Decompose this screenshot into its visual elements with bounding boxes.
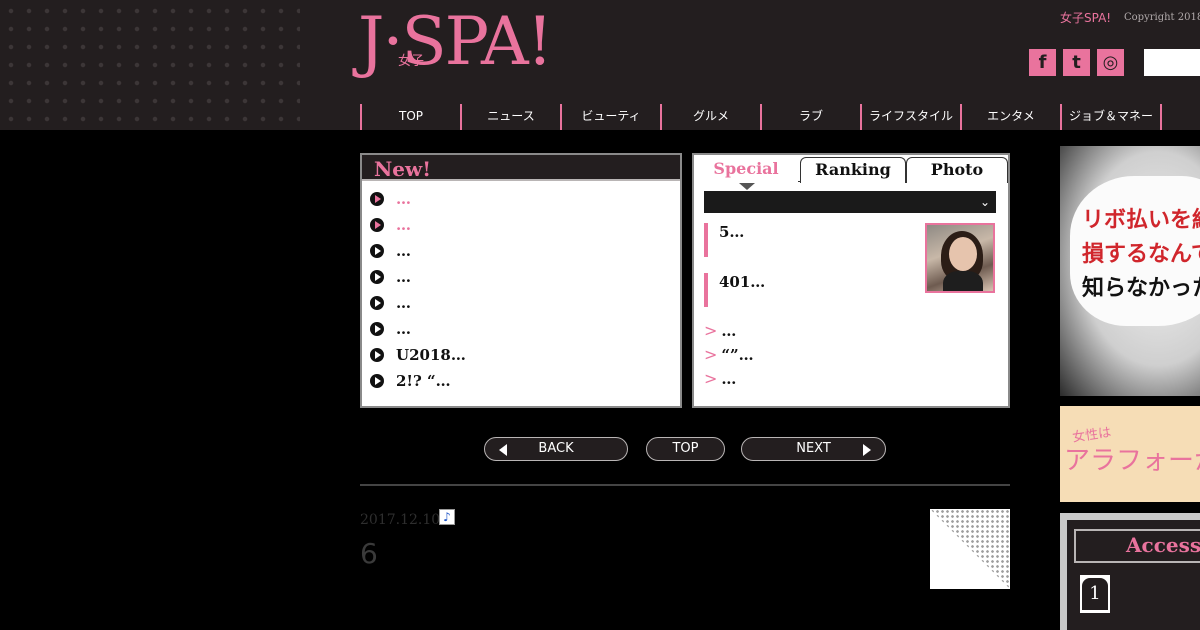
header-dot-pattern (0, 0, 300, 130)
page: J·SPA! 女子 女子SPA! Copyright 2018 f t ◎ TO… (0, 0, 1200, 630)
logo-main-text: J·SPA! (358, 3, 553, 80)
divider (360, 484, 1010, 486)
special-link[interactable]: > “”… (704, 343, 754, 367)
search-input[interactable] (1144, 49, 1200, 76)
list-item-text: … (396, 190, 411, 208)
list-item[interactable]: 2!? “… (370, 368, 680, 394)
site-header: J·SPA! 女子 女子SPA! Copyright 2018 f t ◎ TO… (0, 0, 1200, 130)
list-item[interactable]: … (370, 212, 680, 238)
nav-item-news[interactable]: ニュース (460, 104, 560, 130)
play-bullet-icon (370, 296, 384, 310)
play-bullet-icon (370, 192, 384, 206)
nav-item-gourmet[interactable]: グルメ (660, 104, 760, 130)
category-select[interactable]: ⌄ (704, 191, 996, 213)
list-item-text: … (396, 216, 411, 234)
rank-badge[interactable]: 1 (1080, 575, 1110, 613)
nav-item-top[interactable]: TOP (360, 104, 460, 130)
special-link-text: … (721, 370, 737, 388)
entry-title[interactable]: 6 (360, 537, 378, 570)
thumbnail-face (949, 237, 977, 271)
copyright-brand: 女子SPA! (1060, 11, 1112, 25)
nav-item-entertainment[interactable]: エンタメ (960, 104, 1060, 130)
entry-date: 2017.12.10 (360, 512, 441, 528)
nav-item-men[interactable]: ♂ (1160, 104, 1200, 130)
list-item[interactable]: … (370, 290, 680, 316)
special-thumbnail[interactable] (925, 223, 995, 293)
chevron-right-icon: > (704, 345, 718, 364)
new-panel-title: New! (362, 155, 680, 181)
copyright-text: Copyright 2018 (1124, 12, 1200, 23)
tab-photo[interactable]: Photo (906, 157, 1008, 183)
ad-text-line: リボ払いを絶 (1082, 207, 1200, 233)
ad-banner-around-forty[interactable]: 女性は アラフォーから (1060, 406, 1200, 502)
list-item[interactable]: … (370, 316, 680, 342)
nav-item-job-money[interactable]: ジョブ＆マネー (1060, 104, 1160, 130)
facebook-icon[interactable]: f (1029, 49, 1056, 76)
list-item-text: … (396, 268, 411, 286)
tab-special[interactable]: Special (694, 157, 798, 183)
special-ranking-photo-panel: Special Ranking Photo ⌄ 5… 401… >… > “”… … (692, 153, 1010, 408)
access-ranking-title: Access (1126, 533, 1200, 557)
tab-ranking[interactable]: Ranking (800, 157, 906, 183)
play-bullet-icon (370, 218, 384, 232)
back-button-label: BACK (538, 441, 574, 456)
special-link[interactable]: >… (704, 319, 736, 343)
arrow-right-icon (863, 444, 871, 456)
play-bullet-icon (370, 244, 384, 258)
special-item[interactable]: 401… (704, 273, 924, 307)
chevron-down-icon: ⌄ (979, 195, 990, 209)
ad-banner-revolving-payment[interactable]: リボ払いを絶 損するなんて 知らなかった (1060, 146, 1200, 396)
top-button[interactable]: TOP (646, 437, 725, 461)
ad-text-line: 損するなんて (1082, 241, 1200, 267)
special-link-text: … (721, 322, 737, 340)
special-link-text: “”… (721, 346, 754, 364)
logo-sub-text: 女子 (398, 54, 425, 69)
new-articles-panel: New! … … … … … … U2018… 2!? “… (360, 153, 682, 408)
nav-item-love[interactable]: ラブ (760, 104, 860, 130)
ad-big-text: アラフォーから (1064, 446, 1200, 476)
play-bullet-icon (370, 374, 384, 388)
special-item[interactable]: 5… (704, 223, 924, 257)
list-item[interactable]: … (370, 186, 680, 212)
instagram-icon[interactable]: ◎ (1097, 49, 1124, 76)
play-bullet-icon (370, 322, 384, 336)
next-button[interactable]: NEXT (741, 437, 886, 461)
active-tab-caret-icon (739, 183, 755, 190)
special-link[interactable]: >… (704, 367, 736, 391)
nav-item-lifestyle[interactable]: ライフスタイル (860, 104, 960, 130)
list-item[interactable]: … (370, 264, 680, 290)
rank-number: 1 (1082, 578, 1108, 610)
chevron-right-icon: > (704, 369, 718, 388)
next-button-label: NEXT (796, 441, 831, 456)
nav-item-beauty[interactable]: ビューティ (560, 104, 660, 130)
chevron-right-icon: > (704, 321, 718, 340)
access-ranking-widget: Access 1 (1060, 513, 1200, 630)
play-bullet-icon (370, 348, 384, 362)
thumbnail-body (943, 271, 983, 291)
list-item-text: … (396, 320, 411, 338)
list-item-text: 2!? “… (396, 372, 451, 390)
twitter-icon[interactable]: t (1063, 49, 1090, 76)
back-button[interactable]: BACK (484, 437, 628, 461)
arrow-left-icon (499, 444, 507, 456)
ad-text-line: 知らなかった (1082, 275, 1200, 301)
music-note-icon: ♪ (439, 509, 455, 525)
list-item[interactable]: U2018… (370, 342, 680, 368)
new-articles-list: … … … … … … U2018… 2!? “… (362, 181, 680, 394)
top-button-label: TOP (672, 441, 699, 456)
list-item-text: … (396, 294, 411, 312)
site-logo[interactable]: J·SPA! 女子 (358, 2, 553, 82)
list-item-text: U2018… (396, 346, 466, 364)
play-bullet-icon (370, 270, 384, 284)
entry-thumbnail[interactable] (930, 509, 1010, 589)
thumbnail-dot-shade (930, 509, 1010, 589)
list-item-text: … (396, 242, 411, 260)
list-item[interactable]: … (370, 238, 680, 264)
